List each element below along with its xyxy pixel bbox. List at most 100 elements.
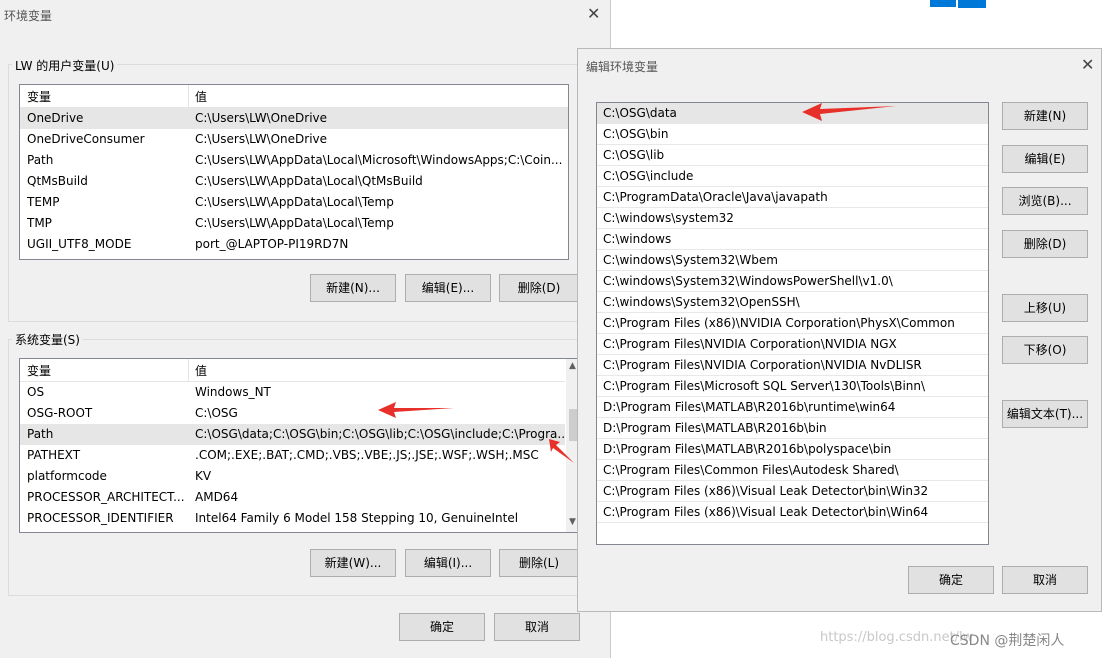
path-entry[interactable]: C:\windows\System32\Wbem [597,250,988,271]
variable-name-cell: UGII_UTF8_MODE [27,237,132,251]
dialog-ok-button[interactable]: 确定 [908,566,994,594]
browse-button[interactable]: 浏览(B)... [1002,187,1088,215]
table-row[interactable]: OS Windows_NT [20,382,565,403]
table-row[interactable]: PROCESSOR_IDENTIFIER Intel64 Family 6 Mod… [20,508,565,529]
path-entry[interactable]: C:\ProgramData\Oracle\Java\javapath [597,187,988,208]
system-variables-list[interactable]: 变量 值 OS Windows_NT OSG-ROOT C:\OSG Path C:\OS… [19,358,581,533]
path-entry[interactable]: D:\Program Files\MATLAB\R2016b\bin [597,418,988,439]
table-row[interactable]: Path C:\Users\LW\AppData\Local\Microsoft\… [20,150,568,171]
path-entry[interactable]: C:\Program Files\NVIDIA Corporation\NVID… [597,334,988,355]
path-entry[interactable]: C:\OSG\include [597,166,988,187]
variable-value-cell: KV [195,469,212,483]
variable-name-cell: Path [27,427,54,441]
variable-name-cell: OS [27,385,45,399]
path-entry[interactable]: D:\Program Files\MATLAB\R2016b\runtime\w… [597,397,988,418]
path-entry[interactable]: C:\OSG\lib [597,145,988,166]
windows-logo-fragment [930,0,986,8]
table-row[interactable]: TEMP C:\Users\LW\AppData\Local\Temp [20,192,568,213]
variable-value-cell: C:\Users\LW\OneDrive [195,132,328,146]
user-variables-list[interactable]: 变量 值 OneDrive C:\Users\LW\OneDrive OneDriv… [19,84,569,260]
edit-path-button[interactable]: 编辑(E) [1002,145,1088,173]
table-row[interactable]: PATHEXT .COM;.EXE;.BAT;.CMD;.VBS;.VBE;.JS… [20,445,565,466]
variable-name-cell: OneDriveConsumer [27,132,145,146]
dialog-title: 编辑环境变量 [586,60,659,74]
path-entry[interactable]: C:\windows [597,229,988,250]
variable-name-cell: QtMsBuild [27,174,88,188]
environment-variables-window: 环境变量 ✕ LW 的用户变量(U) 变量 值 OneDrive C:\Users… [0,0,611,658]
table-row[interactable]: PROCESSOR_ARCHITECT... AMD64 [20,487,565,508]
path-entry[interactable]: D:\Program Files\MATLAB\R2016b\polyspace… [597,439,988,460]
variable-value-cell: C:\Users\LW\AppData\Local\QtMsBuild [195,174,423,188]
system-new-button[interactable]: 新建(W)... [310,549,396,577]
arrow-annotation-osg-root [378,402,454,418]
variable-name-cell: TEMP [27,195,60,209]
variable-value-cell: Intel64 Family 6 Model 158 Stepping 10, … [195,511,519,525]
move-up-button[interactable]: 上移(U) [1002,294,1088,322]
user-delete-button[interactable]: 删除(D) [499,274,579,302]
variable-value-cell: C:\Users\LW\AppData\Local\Temp [195,195,394,209]
table-row[interactable]: platformcode KV [20,466,565,487]
user-new-button[interactable]: 新建(N)... [310,274,396,302]
path-entry[interactable]: C:\Program Files\Microsoft SQL Server\13… [597,376,988,397]
user-variables-label: LW 的用户变量(U) [12,57,118,74]
cancel-button[interactable]: 取消 [494,613,580,641]
table-row[interactable]: UGII_UTF8_MODE port_@LAPTOP-PI19RD7N [20,234,568,255]
table-row[interactable]: QtMsBuild C:\Users\LW\AppData\Local\QtMsB… [20,171,568,192]
variable-value-cell: port_@LAPTOP-PI19RD7N [195,237,349,251]
variable-name-cell: OSG-ROOT [27,406,93,420]
path-entry[interactable]: C:\OSG\data [597,103,988,124]
delete-path-button[interactable]: 删除(D) [1002,230,1088,258]
system-variables-label: 系统变量(S) [12,331,83,348]
variable-value-cell: C:\Users\LW\OneDrive [195,111,328,125]
table-row[interactable]: OneDrive C:\Users\LW\OneDrive [20,108,568,129]
system-delete-button[interactable]: 删除(L) [499,549,579,577]
path-entry[interactable]: C:\Program Files (x86)\Visual Leak Detec… [597,502,988,523]
path-entry[interactable]: C:\Program Files\Common Files\Autodesk S… [597,460,988,481]
ok-button[interactable]: 确定 [399,613,485,641]
variable-value-cell: .COM;.EXE;.BAT;.CMD;.VBS;.VBE;.JS;.JSE;.… [195,448,539,462]
path-list[interactable]: C:\OSG\data C:\OSG\bin C:\OSG\lib C:\OSG\in… [596,102,989,545]
move-down-button[interactable]: 下移(O) [1002,336,1088,364]
variable-name-cell: TMP [27,216,52,230]
table-row[interactable]: OSG-ROOT C:\OSG [20,403,565,424]
variable-value-cell: C:\Users\LW\AppData\Local\Temp [195,216,394,230]
path-entry[interactable]: C:\OSG\bin [597,124,988,145]
variable-name-cell: platformcode [27,469,107,483]
path-entry[interactable]: C:\windows\System32\OpenSSH\ [597,292,988,313]
path-entry[interactable]: C:\Program Files (x86)\Visual Leak Detec… [597,481,988,502]
column-header-value[interactable]: 值 [195,88,207,105]
variable-name-cell: OneDrive [27,111,84,125]
table-row[interactable]: OneDriveConsumer C:\Users\LW\OneDrive [20,129,568,150]
close-icon[interactable]: ✕ [1081,55,1094,74]
column-header-value[interactable]: 值 [195,362,207,379]
table-row[interactable]: Path C:\OSG\data;C:\OSG\bin;C:\OSG\lib;C:… [20,424,565,445]
variable-name-cell: PROCESSOR_ARCHITECT... [27,490,185,504]
new-path-button[interactable]: 新建(N) [1002,102,1088,130]
path-entry[interactable]: C:\windows\system32 [597,208,988,229]
scroll-up-icon[interactable]: ▲ [569,361,576,371]
column-header-variable[interactable]: 变量 [27,88,51,105]
system-edit-button[interactable]: 编辑(I)... [405,549,491,577]
path-entry[interactable]: C:\windows\System32\WindowsPowerShell\v1… [597,271,988,292]
csdn-watermark: CSDN @荆楚闲人 [950,633,1065,649]
edit-text-button[interactable]: 编辑文本(T)... [1002,400,1088,428]
arrow-annotation-path-list [802,103,896,121]
table-row[interactable]: TMP C:\Users\LW\AppData\Local\Temp [20,213,568,234]
variable-value-cell: C:\OSG\data;C:\OSG\bin;C:\OSG\lib;C:\OSG… [195,427,565,441]
scroll-down-icon[interactable]: ▼ [569,517,576,527]
user-edit-button[interactable]: 编辑(E)... [405,274,491,302]
edit-environment-variable-dialog: 编辑环境变量 ✕ C:\OSG\data C:\OSG\bin C:\OSG\lib… [577,48,1102,612]
variable-name-cell: PATHEXT [27,448,81,462]
close-icon[interactable]: ✕ [587,4,600,23]
variable-name-cell: Path [27,153,54,167]
path-entry[interactable]: C:\Program Files\NVIDIA Corporation\NVID… [597,355,988,376]
arrow-annotation-path-row [549,439,574,463]
list-header: 变量 值 [20,359,565,382]
variable-value-cell: AMD64 [195,490,239,504]
window-title: 环境变量 [4,9,53,23]
variable-name-cell: PROCESSOR_IDENTIFIER [27,511,174,525]
dialog-cancel-button[interactable]: 取消 [1002,566,1088,594]
path-entry[interactable]: C:\Program Files (x86)\NVIDIA Corporatio… [597,313,988,334]
column-header-variable[interactable]: 变量 [27,362,51,379]
variable-value-cell: C:\Users\LW\AppData\Local\Microsoft\Wind… [195,153,563,167]
